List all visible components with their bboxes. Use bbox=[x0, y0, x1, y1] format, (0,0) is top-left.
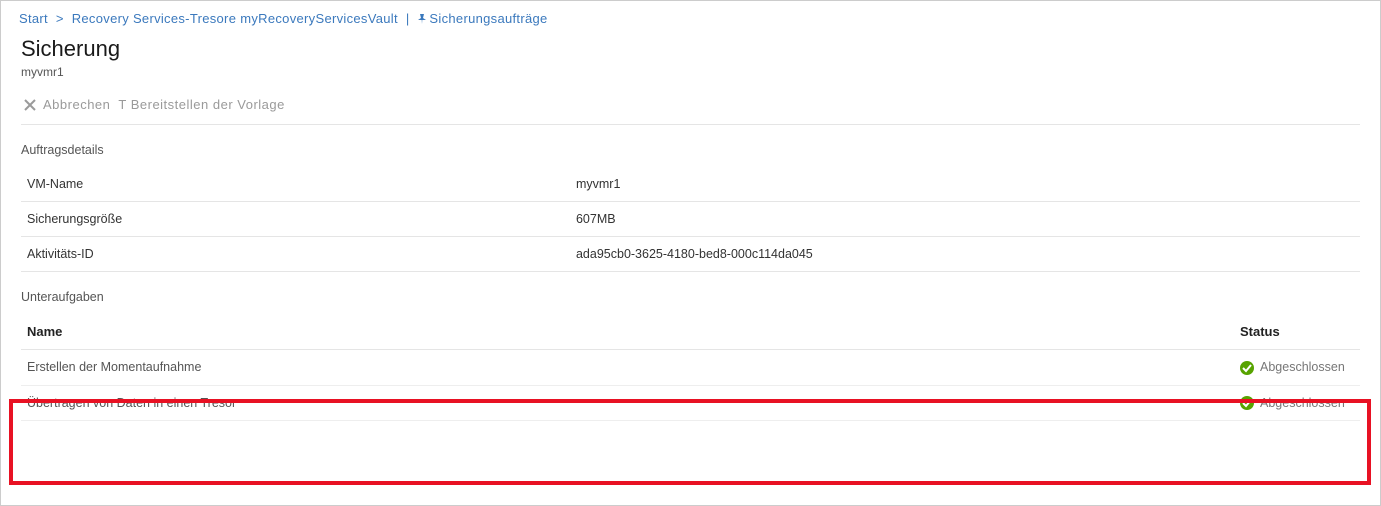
job-details-row: Aktivitäts-IDada95cb0-3625-4180-bed8-000… bbox=[21, 237, 1360, 272]
job-details-row: VM-Namemyvmr1 bbox=[21, 167, 1360, 202]
job-details-value: myvmr1 bbox=[570, 167, 1360, 202]
job-details-key: Aktivitäts-ID bbox=[21, 237, 570, 272]
pin-icon bbox=[417, 14, 427, 24]
job-details-table: VM-Namemyvmr1 Sicherungsgröße607MB Aktiv… bbox=[21, 167, 1360, 272]
job-details-key: Sicherungsgröße bbox=[21, 202, 570, 237]
breadcrumb-item-vaults[interactable]: Recovery Services-Tresore bbox=[70, 11, 239, 26]
breadcrumb-item-start[interactable]: Start bbox=[17, 11, 50, 26]
close-icon bbox=[23, 98, 37, 112]
deploy-template-button[interactable]: T Bereitstellen der Vorlage bbox=[118, 97, 284, 112]
success-check-icon bbox=[1240, 361, 1254, 375]
breadcrumb-item-vault-name[interactable]: myRecoveryServicesVault bbox=[238, 11, 400, 26]
job-details-key: VM-Name bbox=[21, 167, 570, 202]
subtask-row[interactable]: Übertragen von Daten in einen Tresor Abg… bbox=[21, 385, 1360, 421]
cancel-button[interactable]: Abbrechen bbox=[23, 97, 110, 112]
subtasks-header-row: Name Status bbox=[21, 314, 1360, 350]
subtask-status-label: Abgeschlossen bbox=[1260, 396, 1345, 410]
subtask-status-label: Abgeschlossen bbox=[1260, 360, 1345, 374]
cancel-button-label: Abbrechen bbox=[43, 97, 110, 112]
page-subtitle: myvmr1 bbox=[21, 65, 1360, 79]
breadcrumb-item-jobs-label: Sicherungsaufträge bbox=[429, 11, 547, 26]
page-title: Sicherung bbox=[21, 36, 1360, 62]
subtask-row[interactable]: Erstellen der Momentaufnahme Abgeschloss… bbox=[21, 350, 1360, 386]
subtask-name: Erstellen der Momentaufnahme bbox=[21, 350, 1234, 386]
breadcrumb: Start > Recovery Services-TresoremyRecov… bbox=[17, 11, 1360, 26]
subtask-status-cell: Abgeschlossen bbox=[1234, 385, 1360, 421]
subtasks-col-name[interactable]: Name bbox=[21, 314, 1234, 350]
job-details-value: 607MB bbox=[570, 202, 1360, 237]
command-bar: Abbrechen T Bereitstellen der Vorlage bbox=[21, 97, 1360, 125]
subtasks-table: Name Status Erstellen der Momentaufnahme… bbox=[21, 314, 1360, 421]
subtask-name: Übertragen von Daten in einen Tresor bbox=[21, 385, 1234, 421]
subtasks-col-status[interactable]: Status bbox=[1234, 314, 1360, 350]
job-details-heading: Auftragsdetails bbox=[21, 143, 1360, 157]
subtask-status-cell: Abgeschlossen bbox=[1234, 350, 1360, 386]
success-check-icon bbox=[1240, 396, 1254, 410]
page-frame: Start > Recovery Services-TresoremyRecov… bbox=[0, 0, 1381, 506]
breadcrumb-item-jobs[interactable]: Sicherungsaufträge bbox=[415, 11, 549, 26]
breadcrumb-pipe: | bbox=[404, 11, 412, 26]
breadcrumb-sep: > bbox=[54, 11, 66, 26]
job-details-value: ada95cb0-3625-4180-bed8-000c114da045 bbox=[570, 237, 1360, 272]
deploy-template-button-label: T Bereitstellen der Vorlage bbox=[118, 97, 284, 112]
subtasks-heading: Unteraufgaben bbox=[21, 290, 1360, 304]
job-details-row: Sicherungsgröße607MB bbox=[21, 202, 1360, 237]
